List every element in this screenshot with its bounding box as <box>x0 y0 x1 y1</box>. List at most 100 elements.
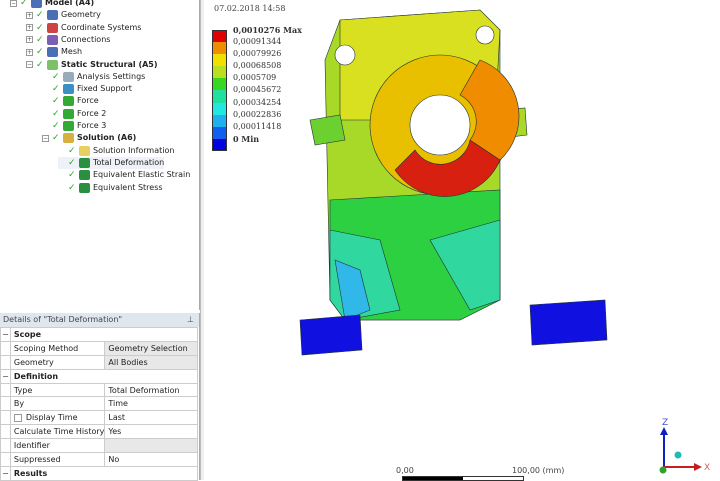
node-icon <box>47 34 58 45</box>
check-icon: ✓ <box>52 108 60 119</box>
expand-icon[interactable]: + <box>26 36 33 44</box>
check-icon: ✓ <box>68 170 76 181</box>
pin-icon[interactable]: ⊥ <box>187 313 194 327</box>
tree-item[interactable]: ✓ Total Deformation <box>58 156 165 169</box>
details-title: Details of "Total Deformation" <box>3 315 123 324</box>
tree-item-label: Connections <box>61 34 111 44</box>
prop-label: Suppressed <box>9 452 106 467</box>
collapse-icon[interactable]: − <box>0 368 11 384</box>
node-icon <box>63 84 74 95</box>
details-panel: Details of "Total Deformation" ⊥ − Scope S… <box>0 313 200 481</box>
node-icon <box>63 121 74 131</box>
section-results[interactable]: Results <box>9 465 199 481</box>
tree-item[interactable]: + ✓ Geometry <box>26 9 101 21</box>
tree-item[interactable]: ✓ Analysis Settings <box>42 71 145 83</box>
type-value[interactable]: Total Deformation <box>104 382 198 398</box>
tree-item[interactable]: ✓ Solution Information <box>58 145 174 157</box>
check-icon: ✓ <box>68 157 76 168</box>
tree-item-label: Static Structural (A5) <box>61 59 158 69</box>
tree-item-label: Force <box>77 96 99 106</box>
node-icon <box>63 96 74 107</box>
legend-label: 0,00079926 <box>233 49 282 59</box>
scale-min: 0,00 <box>396 466 414 475</box>
display-time-checkbox[interactable] <box>13 413 22 422</box>
section-definition[interactable]: Definition <box>9 368 199 384</box>
legend-swatch <box>212 66 227 79</box>
tree-item-label: Coordinate Systems <box>61 22 142 32</box>
tree-item-label: Equivalent Elastic Strain <box>93 170 191 180</box>
node-icon <box>79 182 90 193</box>
section-scope[interactable]: Scope <box>9 327 199 342</box>
tree-item[interactable]: + ✓ Mesh <box>26 46 82 58</box>
node-icon <box>79 157 90 168</box>
legend-swatch <box>212 54 227 67</box>
axis-triad[interactable]: Z X <box>650 415 710 475</box>
tree-item-label: Mesh <box>61 47 83 57</box>
tree-item[interactable]: − ✓ Solution (A6) <box>42 132 136 144</box>
expand-icon[interactable]: + <box>26 24 33 32</box>
details-table: − Scope Scoping Method Geometry Selection … <box>0 327 199 481</box>
tree-item-label: Analysis Settings <box>77 71 146 81</box>
check-icon: ✓ <box>20 0 28 8</box>
legend-swatch <box>212 30 227 43</box>
outline-tree[interactable]: − ✓ Model (A4) + ✓ Geometry + ✓ Coordinate Syste… <box>0 0 200 310</box>
node-icon <box>63 71 74 82</box>
check-icon: ✓ <box>52 133 60 144</box>
tree-item[interactable]: − ✓ Model (A4) <box>10 0 94 9</box>
node-icon <box>31 0 42 8</box>
by-value[interactable]: Time <box>104 396 198 412</box>
expand-icon[interactable]: + <box>26 11 33 19</box>
tree-item[interactable]: ✓ Force 3 <box>42 120 106 132</box>
legend-label: 0,00034254 <box>233 97 282 107</box>
prop-label: Type <box>9 382 106 398</box>
legend-swatch <box>212 78 227 91</box>
prop-label: Geometry <box>9 354 106 370</box>
identifier-value[interactable] <box>104 438 198 454</box>
check-icon: ✓ <box>52 84 60 95</box>
tree-item[interactable]: + ✓ Coordinate Systems <box>26 22 141 34</box>
legend-label: 0,00091344 <box>233 37 282 47</box>
check-icon: ✓ <box>36 47 44 58</box>
expand-icon[interactable]: + <box>26 48 33 56</box>
color-legend[interactable]: 0,0010276 Max 0,00091344 0,00079926 0,00068… <box>212 25 302 151</box>
collapse-icon[interactable]: − <box>0 465 11 481</box>
legend-label: 0,0005709 <box>233 73 277 83</box>
tree-item-label: Equivalent Stress <box>93 182 163 192</box>
tree-item[interactable]: ✓ Fixed Support <box>42 83 132 95</box>
tree-item[interactable]: ✓ Force <box>42 95 99 107</box>
prop-label: Scoping Method <box>9 340 106 356</box>
tree-item[interactable]: ✓ Equivalent Stress <box>58 182 163 194</box>
legend-swatch <box>212 126 227 139</box>
legend-swatch <box>212 114 227 127</box>
geometry-value[interactable]: All Bodies <box>104 354 198 370</box>
legend-label: 0,0010276 Max <box>233 25 302 35</box>
collapse-icon[interactable]: − <box>0 327 11 342</box>
scale-bar: 0,00 100,00 (mm) <box>396 466 564 481</box>
tree-item[interactable]: ✓ Equivalent Elastic Strain <box>58 169 190 181</box>
legend-label: 0,00022836 <box>233 109 282 119</box>
x-label: X <box>704 463 710 473</box>
legend-label: 0,00011418 <box>233 121 282 131</box>
node-icon <box>47 59 58 70</box>
scoping-method-value[interactable]: Geometry Selection <box>104 340 198 356</box>
prop-label: Calculate Time History <box>9 424 106 440</box>
suppressed-value[interactable]: No <box>104 452 198 467</box>
collapse-icon[interactable]: − <box>26 61 33 68</box>
legend-label: 0,00068508 <box>233 61 282 71</box>
tree-item-label: Model (A4) <box>45 0 95 7</box>
tree-item[interactable]: ✓ Force 2 <box>42 108 106 120</box>
node-icon <box>79 145 90 156</box>
tree-item[interactable]: + ✓ Connections <box>26 34 110 46</box>
tree-item-label: Total Deformation <box>93 157 165 167</box>
tree-item[interactable]: − ✓ Static Structural (A5) <box>26 59 158 71</box>
calc-time-history-value[interactable]: Yes <box>104 424 198 440</box>
tree-item-label: Geometry <box>61 10 101 20</box>
collapse-icon[interactable]: − <box>42 134 49 142</box>
tree-item-label: Solution Information <box>93 145 175 155</box>
collapse-icon[interactable]: − <box>10 0 17 7</box>
display-time-value[interactable]: Last <box>104 410 198 426</box>
legend-swatch <box>212 42 227 55</box>
scale-bar-graphic <box>402 476 524 481</box>
node-icon <box>63 133 74 144</box>
z-label: Z <box>662 418 668 428</box>
